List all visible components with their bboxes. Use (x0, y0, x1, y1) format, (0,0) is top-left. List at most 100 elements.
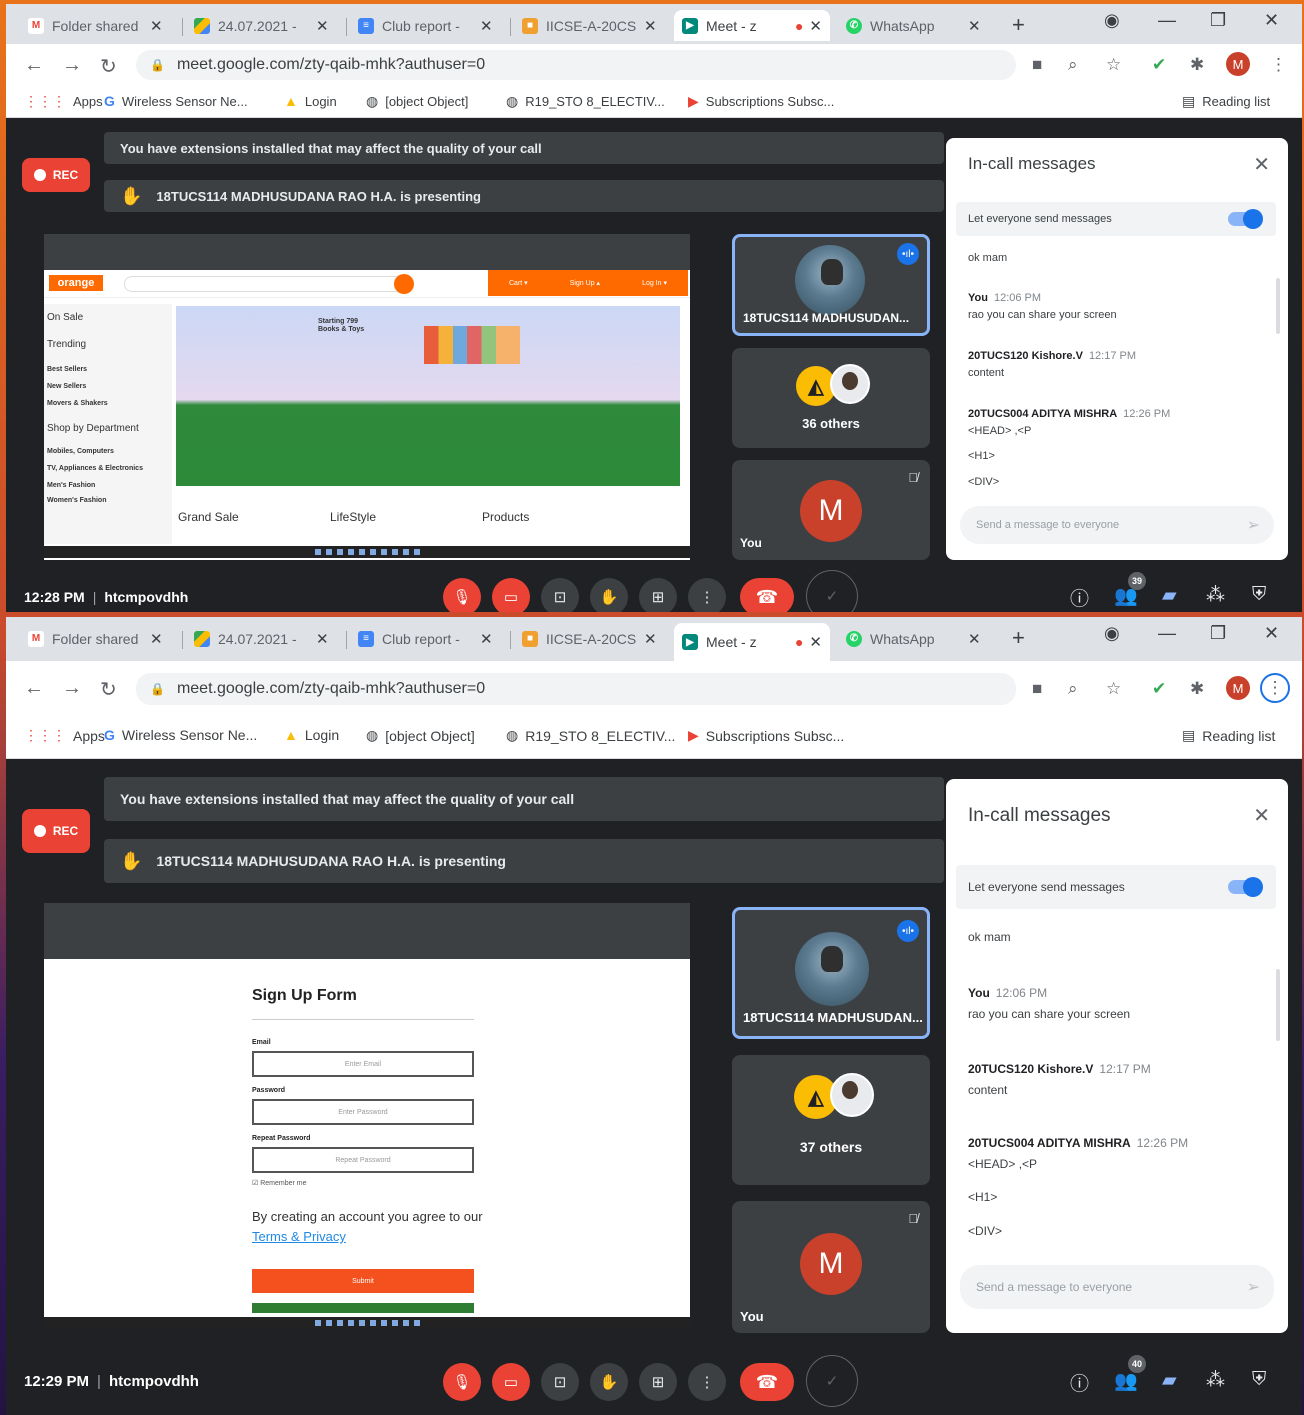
bookmark-object[interactable]: ◍ [object Object] (366, 93, 468, 110)
bookmark-apps[interactable]: ⋮⋮⋮ Apps (24, 727, 105, 744)
site-search-icon[interactable] (394, 274, 414, 294)
chat-icon[interactable]: ▰ (1162, 1369, 1177, 1392)
check-extension-icon[interactable]: ✔ (1152, 55, 1166, 75)
close-icon[interactable]: ✕ (480, 17, 493, 35)
minimize-button[interactable]: — (1158, 623, 1176, 644)
activities-icon[interactable]: ⁂ (1206, 584, 1225, 607)
bookmark-login[interactable]: ▲ Login (284, 727, 339, 743)
leave-call-button[interactable]: ☎ (740, 1363, 794, 1401)
send-icon[interactable]: ➢ (1247, 1277, 1260, 1297)
bookmark-star-icon[interactable]: ☆ (1106, 679, 1121, 699)
close-icon[interactable]: ✕ (968, 630, 981, 648)
side-item[interactable]: TV, Appliances & Electronics (44, 465, 172, 472)
close-icon[interactable]: ✕ (1253, 152, 1270, 177)
activities-icon[interactable]: ⁂ (1206, 1369, 1225, 1392)
chat-input[interactable]: Send a message to everyone ➢ (960, 506, 1274, 544)
forward-icon[interactable]: → (62, 677, 82, 700)
category-grand-sale[interactable]: Grand Sale (178, 510, 239, 524)
tab-gmail[interactable]: M Folder shared ✕ (20, 623, 176, 654)
more-options-button[interactable]: ⋮ (688, 578, 726, 612)
send-icon[interactable]: ➢ (1247, 515, 1260, 535)
extension-button[interactable]: ✓ (806, 570, 858, 612)
zoom-icon[interactable]: ⌕ (1068, 55, 1078, 75)
tab-meet[interactable]: ▶ Meet - z ● ✕ (674, 623, 830, 661)
present-button[interactable]: ⊞ (639, 1363, 677, 1401)
others-tile[interactable]: ◭ 37 others (732, 1055, 930, 1185)
present-button[interactable]: ⊞ (639, 578, 677, 612)
bookmark-subscriptions[interactable]: ▶ Subscriptions Subsc... (688, 727, 844, 744)
menu-icon[interactable]: ⋮ (1270, 55, 1287, 75)
self-tile[interactable]: 🎙̸ M You (732, 460, 930, 560)
reading-list-button[interactable]: ▤ Reading list (1182, 727, 1275, 744)
close-icon[interactable]: ✕ (644, 17, 657, 35)
profile-avatar[interactable]: M (1226, 52, 1250, 76)
meeting-info-icon[interactable]: ⓘ (1070, 1369, 1089, 1396)
address-bar[interactable]: 🔒 meet.google.com/zty-qaib-mhk?authuser=… (136, 673, 1016, 705)
bookmark-r19[interactable]: ◍ R19_STO 8_ELECTIV... (506, 93, 665, 110)
maximize-button[interactable]: ❐ (1210, 623, 1226, 644)
mic-toggle-button[interactable]: 🎙 (443, 1363, 481, 1401)
bookmark-r19[interactable]: ◍ R19_STO 8_ELECTIV... (506, 727, 675, 744)
side-item[interactable]: Mobiles, Computers (44, 448, 172, 455)
reload-icon[interactable]: ↻ (100, 54, 117, 79)
presenter-tile[interactable]: •ıl• 18TUCS114 MADHUSUDAN... (732, 907, 930, 1039)
side-item[interactable]: Best Sellers (44, 366, 172, 373)
close-icon[interactable]: ✕ (480, 630, 493, 648)
back-icon[interactable]: ← (24, 677, 44, 700)
camera-icon[interactable]: ■ (1032, 679, 1042, 699)
close-window-button[interactable]: ✕ (1264, 10, 1279, 31)
captions-button[interactable]: ⊡ (541, 578, 579, 612)
bookmark-star-icon[interactable]: ☆ (1106, 55, 1121, 75)
remember-checkbox[interactable]: ☑ Remember me (252, 1179, 307, 1187)
extension-button[interactable]: ✓ (806, 1355, 858, 1407)
camera-toggle-button[interactable]: ▭ (492, 1363, 530, 1401)
tab-classroom[interactable]: ■ IICSE-A-20CS ✕ (514, 10, 670, 41)
terms-link[interactable]: Terms & Privacy (252, 1229, 346, 1244)
repeat-password-field[interactable]: Repeat Password (252, 1147, 474, 1173)
password-field[interactable]: Enter Password (252, 1099, 474, 1125)
let-everyone-send-toggle[interactable] (1228, 209, 1263, 229)
category-lifestyle[interactable]: LifeStyle (330, 510, 376, 524)
bookmark-login[interactable]: ▲ Login (284, 93, 337, 109)
close-icon[interactable]: ✕ (968, 17, 981, 35)
tab-docs[interactable]: ≡ Club report - ✕ (350, 623, 506, 654)
side-item[interactable]: Trending (44, 339, 172, 350)
bookmark-wsn[interactable]: G Wireless Sensor Ne... (104, 93, 248, 109)
category-products[interactable]: Products (482, 510, 529, 524)
chat-scrollbar[interactable] (1276, 278, 1280, 334)
side-item[interactable]: Movers & Shakers (44, 400, 172, 407)
close-icon[interactable]: ✕ (316, 630, 329, 648)
back-icon[interactable]: ← (24, 54, 44, 77)
self-tile[interactable]: 🎙̸ M You (732, 1201, 930, 1333)
side-item[interactable]: Shop by Department (44, 423, 172, 434)
leave-call-button[interactable]: ☎ (740, 578, 794, 612)
chat-input[interactable]: Send a message to everyone ➢ (960, 1265, 1274, 1309)
tab-drive[interactable]: 24.07.2021 - ✕ (186, 623, 342, 654)
site-hero-banner[interactable]: Starting 799 Books & Toys (176, 306, 680, 486)
tab-classroom[interactable]: ■ IICSE-A-20CS ✕ (514, 623, 670, 654)
tab-docs[interactable]: ≡ Club report - ✕ (350, 10, 506, 41)
close-icon[interactable]: ✕ (1253, 803, 1270, 828)
login-link[interactable]: Log In ▾ (642, 279, 667, 287)
close-window-button[interactable]: ✕ (1264, 623, 1279, 644)
bookmark-apps[interactable]: ⋮⋮⋮ Apps (24, 93, 103, 110)
close-icon[interactable]: ✕ (809, 633, 822, 651)
profile-avatar[interactable]: M (1226, 676, 1250, 700)
maximize-button[interactable]: ❐ (1210, 10, 1226, 31)
tab-whatsapp[interactable]: ✆ WhatsApp ✕ (838, 623, 994, 654)
extensions-icon[interactable]: ✱ (1190, 55, 1204, 75)
tab-gmail[interactable]: M Folder shared ✕ (20, 10, 176, 41)
bookmark-subscriptions[interactable]: ▶ Subscriptions Subsc... (688, 93, 834, 110)
check-extension-icon[interactable]: ✔ (1152, 679, 1166, 699)
submit-button[interactable]: Submit (252, 1269, 474, 1293)
side-item[interactable]: On Sale (44, 312, 172, 323)
minimize-button[interactable]: — (1158, 10, 1176, 31)
more-options-button[interactable]: ⋮ (688, 1363, 726, 1401)
side-item[interactable]: Women's Fashion (44, 497, 172, 504)
close-icon[interactable]: ✕ (150, 630, 163, 648)
camera-toggle-button[interactable]: ▭ (492, 578, 530, 612)
chat-scrollbar[interactable] (1276, 969, 1280, 1041)
signup-link[interactable]: Sign Up ▴ (570, 279, 600, 287)
site-search-input[interactable] (124, 276, 412, 292)
let-everyone-send-toggle[interactable] (1228, 877, 1263, 897)
